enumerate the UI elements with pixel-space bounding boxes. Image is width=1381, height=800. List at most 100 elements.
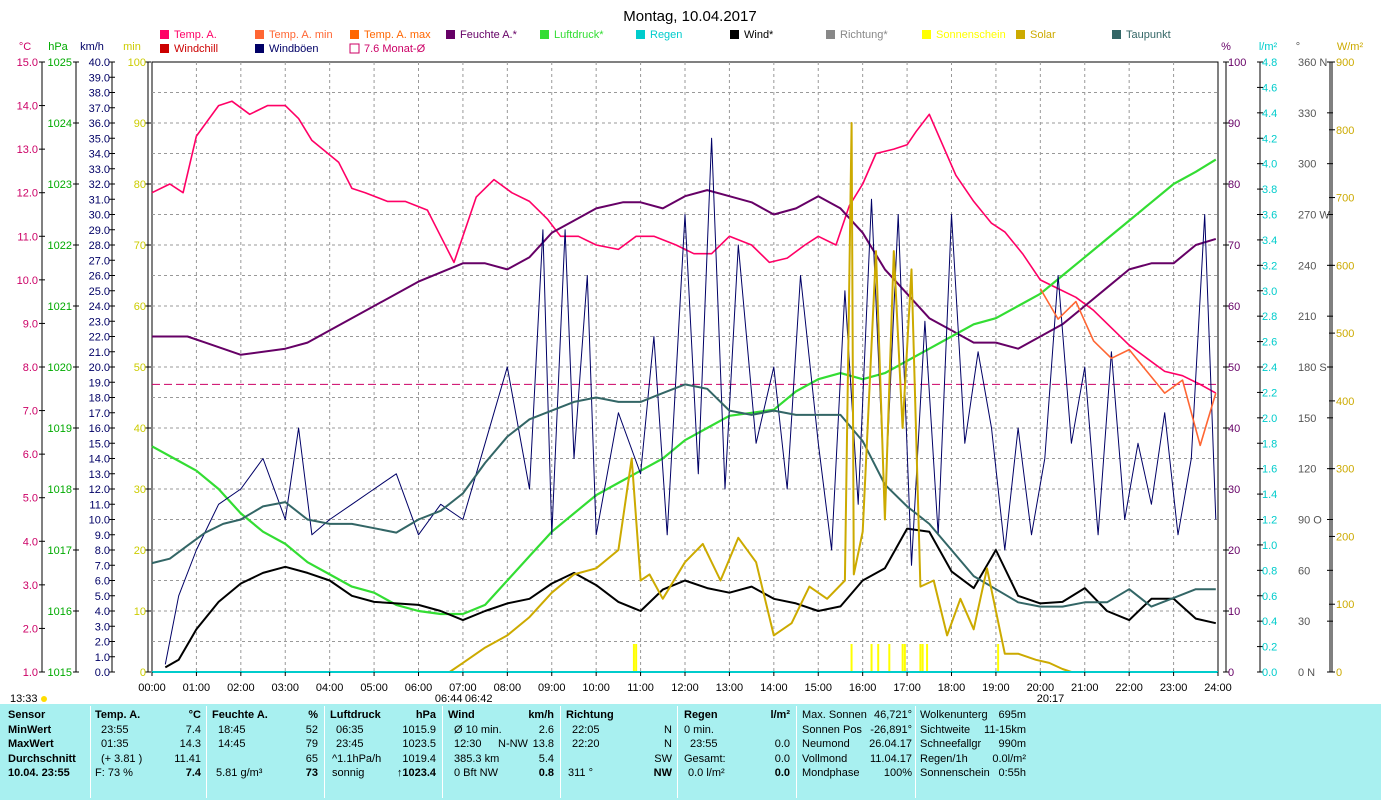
dir-min-time: 22:05 [572, 723, 600, 736]
wind-axis-tick-label: 30.0 [89, 210, 110, 222]
temp-axis-tick-label: 7.0 [23, 406, 38, 418]
legend-swatch [160, 30, 169, 39]
chart-title: Montag, 10.04.2017 [623, 8, 756, 25]
wind-axis-tick-label: 19.0 [89, 377, 110, 389]
hum-header: Feuchte A. [212, 709, 268, 721]
direction-axis-unit: ° [1296, 41, 1300, 53]
temp-axis-tick-label: 3.0 [23, 580, 38, 592]
temp-header: Temp. A. [95, 709, 141, 721]
wind-axis-tick-label: 12.0 [89, 484, 110, 496]
temp-axis-tick-label: 13.0 [17, 144, 38, 156]
legend-swatch [1112, 30, 1121, 39]
rain-axis-tick-label: 2.0 [1262, 413, 1277, 425]
legend-label: Solar [1030, 29, 1056, 41]
pressure-axis-tick-label: 1015 [48, 667, 72, 679]
solar-axis-unit: W/m² [1337, 41, 1364, 53]
rain-current: 0.0 [774, 767, 790, 779]
sunshine-mark [632, 644, 635, 672]
legend-swatch [160, 44, 169, 53]
hum-absolute: 5.81 g/m³ [216, 767, 263, 779]
x-tick-label: 00:00 [138, 682, 166, 694]
rain-axis-tick-label: 4.8 [1262, 57, 1277, 69]
temp-axis-tick-label: 4.0 [23, 536, 38, 548]
x-tick-label: 04:00 [316, 682, 344, 694]
temp-min-value: 7.4 [185, 723, 201, 736]
temp-axis-tick-label: 10.0 [17, 275, 38, 287]
direction-axis-tick-label: 150 [1298, 413, 1316, 425]
misc-value-1: 11-15km [984, 723, 1026, 736]
hum-min-time: 18:45 [218, 723, 246, 736]
minutes-axis-unit: min [123, 41, 141, 53]
rain-axis-tick-label: 0.6 [1262, 591, 1277, 603]
pressure-max-time: 23:45 [336, 738, 364, 750]
x-tick-label: 18:00 [938, 682, 966, 694]
humidity-axis-tick-label: 70 [1228, 240, 1240, 252]
pressure-forecast: sonnig [332, 767, 365, 779]
wind-axis-tick-label: 31.0 [89, 194, 110, 206]
rain-axis-tick-label: 3.8 [1262, 184, 1277, 196]
current-time-label: 13:33 [10, 693, 38, 704]
direction-axis-tick-label: 360 N [1298, 57, 1327, 69]
humidity-axis-tick-label: 0 [1228, 667, 1234, 679]
x-tick-label: 01:00 [183, 682, 211, 694]
x-axis: 00:00 01:00 02:00 03:00 04:00 05:00 06:00 07:00… [10, 672, 1232, 704]
legend-swatch [730, 30, 739, 39]
astro-label-3: Vollmond [802, 752, 848, 765]
x-tick-label: 03:00 [271, 682, 299, 694]
humidity-axis-tick-label: 40 [1228, 423, 1240, 435]
wind-axis-tick-label: 37.0 [89, 103, 110, 115]
sunset-label: 20:17 [1037, 693, 1065, 704]
wind-axis-tick-label: 4.0 [95, 606, 110, 618]
series-wind- [164, 527, 1217, 669]
temp-current: 7.4 [185, 767, 201, 779]
temp-axis-unit: °C [19, 41, 31, 53]
temp-axis-tick-label: 15.0 [17, 57, 38, 69]
direction-axis-tick-label: 180 S [1298, 362, 1327, 374]
sunrise-label: 06:44 [435, 693, 463, 704]
rain-max-value: 0.0 [774, 738, 790, 750]
misc-value-2: 990m [998, 738, 1026, 750]
misc-label-1: Sichtweite [920, 723, 971, 736]
wind-axis-tick-label: 32.0 [89, 179, 110, 191]
rain-axis-tick-label: 0.4 [1262, 616, 1277, 628]
minutes-axis-tick-label: 90 [134, 118, 146, 130]
rain-axis-tick-label: 2.6 [1262, 337, 1277, 349]
weather-chart: Montag, 10.04.2017 Temp. A. Temp. A. min T… [10, 8, 1364, 704]
legend-label: Sonnenschein [936, 29, 1006, 41]
legend-swatch [446, 30, 455, 39]
direction-axis-tick-label: 270 W [1298, 210, 1330, 222]
astro-value-3: 11.04.17 [869, 752, 912, 765]
sensor-header: Sensor [8, 709, 46, 721]
legend-swatch [826, 30, 835, 39]
astro-column: Max. Sonnen 46,721° Sonnen Pos -26,891° Ne… [802, 708, 912, 796]
astro-label-2: Neumond [802, 738, 850, 750]
wind-axis-tick-label: 36.0 [89, 118, 110, 130]
wind-avg-value: 5.4 [538, 752, 554, 765]
legend-label: Regen [650, 29, 682, 41]
legend-label: Temp. A. [174, 29, 217, 41]
wind-beaufort: 0 Bft NW [454, 767, 499, 779]
dir-avg-value: SW [654, 752, 672, 765]
wind-axis-tick-label: 38.0 [89, 88, 110, 100]
x-tick-label: 06:00 [405, 682, 433, 694]
x-tick-label: 12:00 [671, 682, 699, 694]
x-tick-label: 23:00 [1160, 682, 1188, 694]
misc-label-4: Sonnenschein [920, 767, 990, 779]
wind-axis-tick-label: 15.0 [89, 438, 110, 450]
wind-axis-tick-label: 10.0 [89, 515, 110, 527]
temp-axis-tick-label: 1.0 [23, 667, 38, 679]
x-tick-label: 17:00 [893, 682, 921, 694]
temp-axis-tick-label: 6.0 [23, 449, 38, 461]
legend-label: Richtung* [840, 29, 888, 41]
series-feuchte-a- [152, 189, 1217, 356]
hum-current: 73 [305, 767, 318, 779]
wind-run: 385.3 km [454, 752, 500, 765]
rain-axis-tick-label: 2.4 [1262, 362, 1277, 374]
astro-value-0: 46,721° [873, 709, 912, 721]
solar-axis-tick-label: 900 [1336, 57, 1354, 69]
wind-column: Wind km/h Ø 10 min. 2.6 12:30 N-NW 13.8 385.… [448, 708, 554, 796]
solar-axis-tick-label: 100 [1336, 599, 1354, 611]
pressure-axis-tick-label: 1016 [48, 606, 72, 618]
wind-max-dir: N-NW [498, 738, 528, 750]
wind-axis-tick-label: 28.0 [89, 240, 110, 252]
